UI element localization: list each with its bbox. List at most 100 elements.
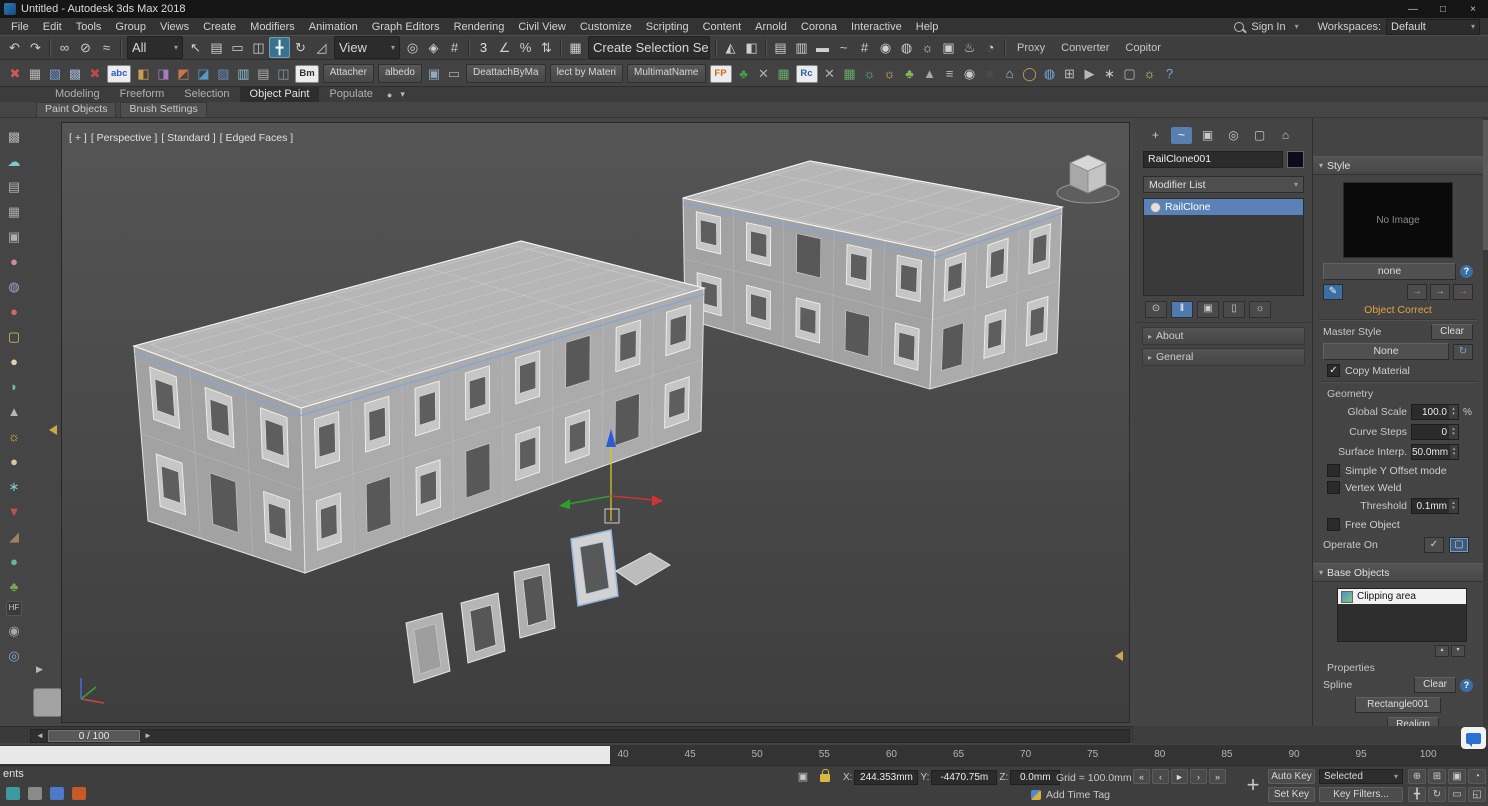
menu-item-customize[interactable]: Customize <box>573 21 639 33</box>
select-and-scale-icon[interactable]: ◿ <box>311 37 332 58</box>
viewport-canvas[interactable] <box>62 123 1129 722</box>
feedback-bubble-icon[interactable] <box>1461 727 1486 749</box>
morph-tool-icon[interactable]: ◨ <box>153 63 173 85</box>
grid-icon[interactable]: ▦ <box>3 201 25 222</box>
pan-icon[interactable]: ╋ <box>1408 787 1426 802</box>
spinner-arrows[interactable]: ▴▾ <box>1449 499 1458 513</box>
time-slider[interactable]: ◄ 0 / 100 ► <box>0 726 1134 743</box>
goto-start-button[interactable]: « <box>1133 769 1150 784</box>
taskbar-icon-2[interactable] <box>28 787 42 800</box>
snap-toggle-3d-icon[interactable]: 3 <box>473 37 494 58</box>
add-time-tag[interactable]: Add Time Tag <box>1031 789 1110 801</box>
sphere-pink-icon[interactable]: ● <box>3 251 25 272</box>
minimize-button[interactable]: — <box>1398 0 1428 18</box>
menu-item-file[interactable]: File <box>4 21 36 33</box>
spinner-arrows[interactable]: ▴▾ <box>1449 405 1458 419</box>
help-icon[interactable]: ? <box>1460 679 1473 692</box>
ribbon-flyout-arrow[interactable]: ▾ <box>396 89 409 100</box>
proxy-button[interactable]: Proxy <box>1009 42 1053 54</box>
zoom-extents-icon[interactable]: ▣ <box>1448 769 1466 784</box>
about-rollout-header[interactable]: ▸ About <box>1142 327 1305 345</box>
select-tool-icon[interactable]: ▣ <box>424 63 444 85</box>
layers-tool-icon[interactable]: ▤ <box>253 63 273 85</box>
display-tab[interactable]: ▢ <box>1249 127 1270 144</box>
key-filters-button[interactable]: Key Filters... <box>1319 787 1403 802</box>
help-tool-icon[interactable]: ? <box>1160 63 1180 85</box>
rectangular-selection-icon[interactable]: ▭ <box>227 37 248 58</box>
panel-scrollbar[interactable] <box>1483 118 1488 726</box>
hf-tool-icon[interactable]: HF <box>6 601 23 616</box>
base-object-item[interactable]: Clipping area <box>1338 589 1466 604</box>
goto-end-button[interactable]: » <box>1209 769 1226 784</box>
style-map-button[interactable]: none <box>1323 263 1456 280</box>
next-frame-button[interactable]: › <box>1190 769 1207 784</box>
region-tool-icon[interactable]: ▭ <box>444 63 464 85</box>
menu-item-interactive[interactable]: Interactive <box>844 21 909 33</box>
list-up-button[interactable]: ▴ <box>1435 645 1449 657</box>
pick-style-icon[interactable]: ↻ <box>1453 344 1473 360</box>
multimat-name-button[interactable]: MultimatName <box>627 64 705 83</box>
create-tab[interactable]: + <box>1145 127 1166 144</box>
menu-item-content[interactable]: Content <box>696 21 749 33</box>
modifier-list-dropdown[interactable]: Modifier List ▾ <box>1143 176 1304 193</box>
modifier-enabled-icon[interactable] <box>1150 202 1161 213</box>
ribbon-record-icon[interactable]: ● <box>383 90 396 100</box>
add-box-icon[interactable]: ⊞ <box>1060 63 1080 85</box>
cone-icon[interactable]: ▲ <box>3 401 25 422</box>
tab-selection[interactable]: Selection <box>174 87 239 102</box>
select-and-manipulate-icon[interactable]: ◈ <box>423 37 444 58</box>
tab-modeling[interactable]: Modeling <box>45 87 110 102</box>
tab-freeform[interactable]: Freeform <box>110 87 175 102</box>
taskbar-icon-3[interactable] <box>50 787 64 800</box>
menu-item-scripting[interactable]: Scripting <box>639 21 696 33</box>
tab-object-paint[interactable]: Object Paint <box>240 87 320 102</box>
toggle-layer-explorer-icon[interactable]: ▥ <box>791 37 812 58</box>
track-bar-range[interactable] <box>0 746 610 764</box>
perspective-viewport[interactable]: [ + ][ Perspective ][ Standard ][ Edged … <box>61 122 1130 723</box>
plant-icon[interactable]: ♣ <box>3 576 25 597</box>
viewport-edge-handle-right[interactable] <box>1115 651 1123 661</box>
toggle-scene-explorer-icon[interactable]: ▤ <box>770 37 791 58</box>
undo-icon[interactable]: ↶ <box>4 37 25 58</box>
rename-tool-icon[interactable]: abc <box>107 65 131 83</box>
menu-item-rendering[interactable]: Rendering <box>447 21 512 33</box>
slice-tool-icon[interactable]: ▧ <box>45 63 65 85</box>
vertex-weld-checkbox[interactable] <box>1327 481 1340 494</box>
select-and-rotate-icon[interactable]: ↻ <box>290 37 311 58</box>
toggle-ribbon-icon[interactable]: ▬ <box>812 37 833 58</box>
wedge-icon[interactable]: ◢ <box>3 526 25 547</box>
grid-tool-icon[interactable]: ▦ <box>25 63 45 85</box>
sphere-purple-icon[interactable]: ◍ <box>3 276 25 297</box>
previous-frame-button[interactable]: ‹ <box>1152 769 1169 784</box>
base-objects-list[interactable]: Clipping area <box>1337 588 1467 642</box>
style-rollout-header[interactable]: ▾ Style <box>1313 156 1483 175</box>
modifier-stack-item[interactable]: RailClone <box>1144 199 1303 215</box>
menu-item-views[interactable]: Views <box>153 21 196 33</box>
menu-item-animation[interactable]: Animation <box>302 21 365 33</box>
deattach-by-material-button[interactable]: DeattachByMa <box>466 64 546 83</box>
time-slider-thumb[interactable]: 0 / 100 <box>48 730 140 742</box>
isolate-selection-icon[interactable]: ▣ <box>795 770 811 785</box>
redo-icon[interactable]: ↷ <box>25 37 46 58</box>
modify-tab[interactable]: ~ <box>1171 127 1192 144</box>
viewport-label-segment-[interactable]: [ + ] <box>69 132 87 144</box>
ring-tool-icon[interactable]: ◯ <box>1020 63 1040 85</box>
converter-button[interactable]: Converter <box>1053 42 1117 54</box>
maximize-viewport-icon[interactable]: ◱ <box>1468 787 1486 802</box>
railclone-tools-icon[interactable]: ✕ <box>820 63 840 85</box>
track-bar[interactable]: 404550556065707580859095100 <box>0 744 1488 765</box>
grass-tool-icon[interactable]: ♣ <box>900 63 920 85</box>
box-icon[interactable]: ▣ <box>3 226 25 247</box>
create-key-button[interactable]: + <box>1239 767 1267 803</box>
material-editor-compact-icon[interactable]: ◍ <box>896 37 917 58</box>
attacher-button[interactable]: Attacher <box>323 64 374 83</box>
viewport-label-segment-edged-faces[interactable]: [ Edged Faces ] <box>220 132 294 144</box>
operate-on-splines-button[interactable]: ✓ <box>1424 537 1444 553</box>
target-tool-icon[interactable]: ◉ <box>960 63 980 85</box>
spinner-snap-icon[interactable]: ⇅ <box>536 37 557 58</box>
modifier-stack[interactable]: RailClone <box>1143 198 1304 296</box>
forest-pack-icon[interactable]: FP <box>710 65 732 83</box>
maximize-button[interactable]: □ <box>1428 0 1458 18</box>
forest-tools-icon[interactable]: ✕ <box>754 63 774 85</box>
sphere-teal-icon[interactable]: ● <box>3 551 25 572</box>
